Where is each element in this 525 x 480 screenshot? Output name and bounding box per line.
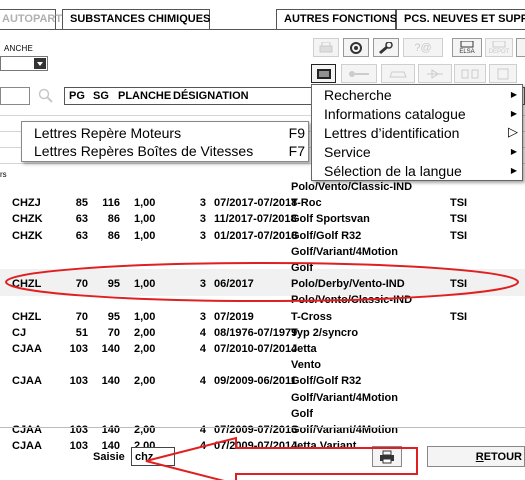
print-icon[interactable]	[313, 38, 339, 57]
identification-submenu: Lettres Repère Moteurs F9 Lettres Repère…	[21, 121, 309, 162]
submenu-item-lettres-moteurs[interactable]: Lettres Repère Moteurs F9	[34, 125, 309, 141]
chevron-right-icon: ▶	[510, 109, 517, 118]
tab-substances-chimiques[interactable]: SUBSTANCES CHIMIQUES	[62, 9, 210, 29]
chevron-right-icon: ▶	[510, 90, 517, 99]
chevron-right-icon: ▶	[510, 166, 517, 175]
chevron-down-icon[interactable]	[34, 58, 46, 69]
col-sg: SG	[93, 90, 109, 102]
table-row[interactable]	[0, 343, 525, 359]
table-row[interactable]	[0, 327, 525, 343]
saisie-label: Saisie	[93, 451, 125, 463]
wrench-icon[interactable]	[373, 38, 399, 57]
depot-icon[interactable]: DEPOT	[485, 38, 513, 57]
print-button[interactable]	[372, 446, 402, 467]
retour-label: ETOUR	[483, 450, 522, 463]
table-row[interactable]	[0, 246, 525, 262]
key-icon[interactable]	[341, 64, 377, 83]
play-icon[interactable]	[418, 64, 452, 83]
submenu-item-lettres-boites[interactable]: Lettres Repères Boîtes de Vitesses F7	[34, 143, 309, 159]
submenu-item-label: Lettres Repère Moteurs	[34, 125, 182, 141]
zoom-icon[interactable]	[33, 87, 59, 105]
parts-icon[interactable]	[454, 64, 486, 83]
search-input[interactable]	[0, 87, 30, 105]
table-row[interactable]	[0, 311, 525, 327]
context-menu: Recherche ▶ Informations catalogue ▶ Lettr…	[311, 84, 523, 181]
shortcut-key: F7	[288, 143, 305, 159]
bottom-divider	[0, 427, 525, 428]
planche-label: ANCHE	[4, 44, 34, 53]
menu-item-service[interactable]: Service ▶	[324, 144, 519, 160]
tab-autopart[interactable]: AUTOPART	[0, 9, 62, 29]
table-row[interactable]	[0, 294, 525, 310]
tab-divider	[0, 29, 525, 30]
table-row[interactable]	[0, 262, 525, 278]
table-row[interactable]	[0, 197, 525, 213]
table-row[interactable]	[0, 230, 525, 246]
table-row[interactable]	[0, 359, 525, 375]
printer-icon	[380, 450, 394, 463]
retour-mnemonic: R	[475, 450, 484, 463]
retour-button[interactable]: R ETOUR	[427, 446, 525, 467]
shortcut-key: F9	[288, 125, 305, 141]
menu-item-informations-catalogue[interactable]: Informations catalogue ▶	[324, 106, 519, 122]
menu-item-selection-langue[interactable]: Sélection de la langue ▶	[324, 163, 519, 179]
elsa-icon[interactable]: ELSA	[452, 38, 482, 57]
chevron-right-icon: ▶	[510, 147, 517, 156]
tab-pcs-neuves[interactable]: PCS. NEUVES ET SUPPR	[396, 9, 525, 29]
table-row[interactable]	[0, 181, 525, 197]
list-view-icon[interactable]	[311, 64, 336, 83]
car-icon[interactable]	[381, 64, 415, 83]
help-icon[interactable]: ?@	[403, 38, 443, 57]
table-row[interactable]	[0, 392, 525, 408]
extra-button[interactable]	[516, 38, 525, 57]
table-row[interactable]	[0, 213, 525, 229]
menu-item-recherche[interactable]: Recherche ▶	[324, 87, 519, 103]
side-fragment-text: rs	[0, 170, 7, 179]
table-row[interactable]	[0, 375, 525, 391]
tab-autres-fonctions[interactable]: AUTRES FONCTIONS ▶	[276, 9, 409, 29]
col-planche: PLANCHE	[118, 90, 172, 102]
menu-item-lettres-identification[interactable]: Lettres d’identification ▷	[324, 124, 519, 141]
submenu-item-label: Lettres Repères Boîtes de Vitesses	[34, 143, 254, 159]
chevron-right-icon: ▷	[508, 124, 518, 139]
planche-select[interactable]	[0, 56, 48, 71]
table-row[interactable]	[0, 408, 525, 424]
doc-icon[interactable]	[489, 64, 517, 83]
saisie-input[interactable]	[131, 447, 175, 466]
table-row[interactable]	[0, 278, 525, 294]
col-pg: PG	[69, 90, 85, 102]
tools-icon[interactable]	[343, 38, 369, 57]
app-window: { "tabs": { "autopart": "AUTOPART", "sub…	[0, 0, 525, 480]
col-designation: DÉSIGNATION	[173, 90, 249, 102]
